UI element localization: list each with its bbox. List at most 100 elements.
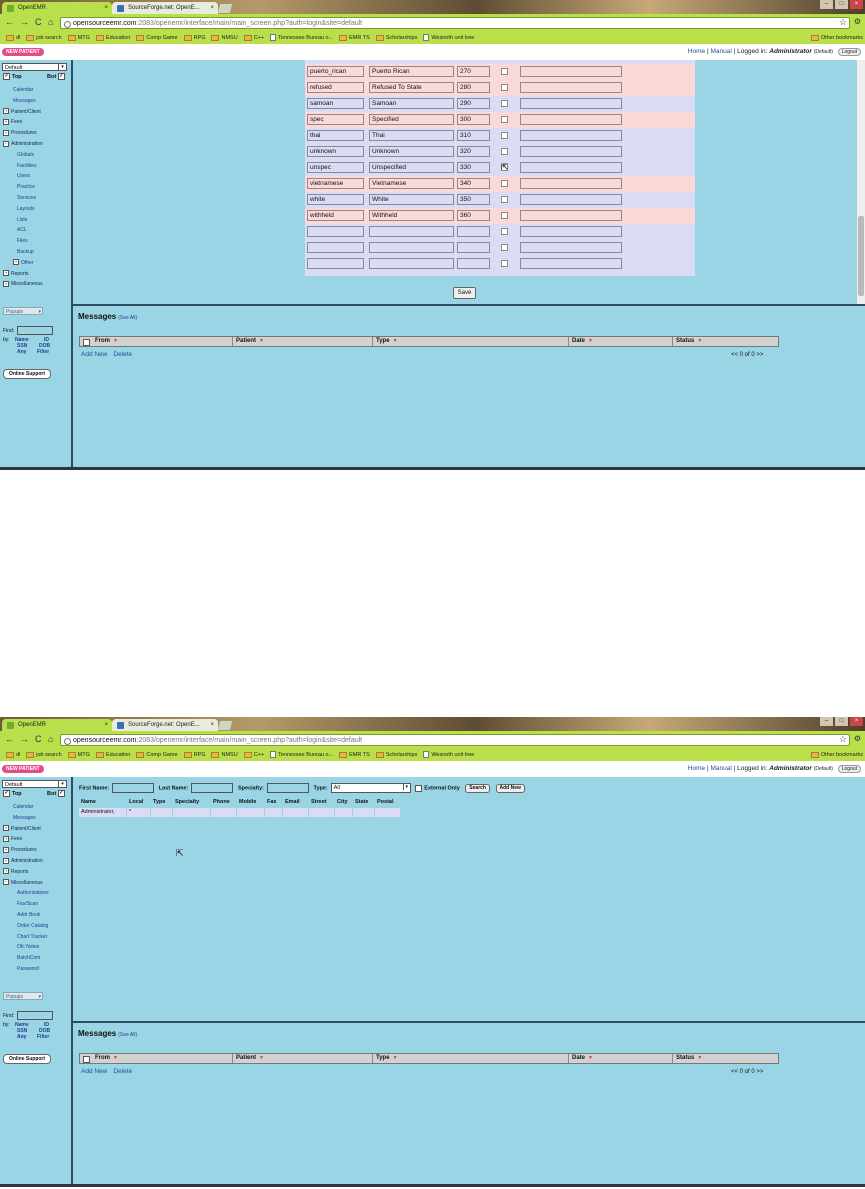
nav-item-fees[interactable]: + Fees	[3, 834, 69, 845]
list-notes-field[interactable]	[520, 114, 622, 125]
list-notes-field[interactable]	[520, 178, 622, 189]
list-id-field[interactable]: unspec	[307, 162, 364, 173]
list-default-checkbox[interactable]	[501, 116, 508, 123]
list-order-field[interactable]: 330	[457, 162, 490, 173]
expand-icon[interactable]: +	[3, 119, 9, 126]
bookmark-1[interactable]: job search	[26, 32, 62, 44]
list-title-field[interactable]: Withheld	[369, 210, 454, 221]
nav-item-calendar[interactable]: Calendar	[3, 85, 69, 96]
close-window-icon[interactable]: ×	[850, 0, 863, 9]
messages-col-patient[interactable]: Patient ▼	[232, 1054, 372, 1063]
list-order-field[interactable]	[457, 226, 490, 237]
nav-item-acl[interactable]: ACL	[3, 225, 69, 236]
expand-icon[interactable]: +	[3, 846, 9, 853]
addrbook-cell[interactable]: Administrator,	[79, 808, 127, 817]
list-notes-field[interactable]	[520, 66, 622, 77]
messages-pager[interactable]: << 0 of 0 >>	[731, 352, 763, 358]
bookmark-5[interactable]: RPG	[183, 749, 205, 761]
nav-item-ofc-notes[interactable]: Ofc Notes	[3, 942, 69, 953]
list-title-field[interactable]	[369, 226, 454, 237]
minimize-icon[interactable]: –	[820, 0, 833, 9]
nav-item-files[interactable]: Files	[3, 236, 69, 247]
bookmark-11[interactable]: Wesnoth unit tree	[423, 749, 474, 761]
bookmark-7[interactable]: C++	[243, 749, 264, 761]
find-filter[interactable]: Filter	[37, 349, 49, 355]
list-default-checkbox[interactable]	[501, 100, 508, 107]
bookmark-star-icon[interactable]: ☆	[839, 734, 847, 745]
browser-tab-openemr[interactable]: OpenEMR ×	[2, 719, 112, 731]
nav-item-patient-client[interactable]: + Patient/Client	[3, 824, 69, 835]
list-order-field[interactable]: 280	[457, 82, 490, 93]
tab-close-icon[interactable]: ×	[104, 2, 108, 14]
nav-item-reports[interactable]: + Reports	[3, 867, 69, 878]
minimize-icon[interactable]: –	[820, 717, 833, 726]
select-all-checkbox[interactable]	[83, 339, 90, 346]
new-patient-button[interactable]: NEW PATIENT	[2, 765, 44, 773]
list-id-field[interactable]	[307, 242, 364, 253]
list-id-field[interactable]: white	[307, 194, 364, 205]
messages-col-status[interactable]: Status ▼	[672, 1054, 778, 1063]
nav-item-lists[interactable]: Lists	[3, 215, 69, 226]
sort-arrow-icon[interactable]: ▼	[393, 1055, 398, 1061]
bookmark-7[interactable]: C++	[243, 32, 264, 44]
list-title-field[interactable]: Puerto Rican	[369, 66, 454, 77]
find-input[interactable]	[17, 1011, 54, 1020]
tab-close-icon[interactable]: ×	[210, 719, 214, 731]
bookmark-3[interactable]: Education	[95, 749, 130, 761]
tab-close-icon[interactable]: ×	[210, 2, 214, 14]
bot-checkbox[interactable]: ✓	[57, 790, 65, 797]
expand-icon[interactable]: +	[3, 108, 9, 115]
list-default-checkbox[interactable]	[501, 260, 508, 267]
see-all-link[interactable]: (See All)	[118, 315, 137, 321]
nav-item-administration[interactable]: − Administration	[3, 139, 69, 150]
other-bookmarks[interactable]: Other bookmarks	[810, 749, 863, 761]
list-id-field[interactable]	[307, 226, 364, 237]
nav-item-batchcom[interactable]: BatchCom	[3, 953, 69, 964]
save-button[interactable]: Save	[453, 287, 476, 299]
list-order-field[interactable]: 310	[457, 130, 490, 141]
manual-link[interactable]: Manual	[710, 765, 731, 772]
bookmark-star-icon[interactable]: ☆	[839, 17, 847, 28]
sort-arrow-icon[interactable]: ▼	[697, 1055, 702, 1061]
forward-icon[interactable]: →	[20, 734, 29, 745]
nav-item-miscellaneous[interactable]: + Miscellaneous	[3, 279, 69, 290]
manual-link[interactable]: Manual	[710, 48, 731, 55]
logout-button[interactable]: Logout	[837, 48, 861, 56]
list-order-field[interactable]	[457, 258, 490, 269]
expand-icon[interactable]: +	[3, 270, 9, 277]
back-icon[interactable]: ←	[5, 17, 14, 28]
list-title-field[interactable]: Thai	[369, 130, 454, 141]
nav-item-facilities[interactable]: Facilities	[3, 161, 69, 172]
bookmark-0[interactable]: dl	[6, 32, 20, 44]
add-new-button[interactable]: Add New	[495, 783, 525, 793]
sort-arrow-icon[interactable]: ▼	[588, 1055, 593, 1061]
list-title-field[interactable]: Unknown	[369, 146, 454, 157]
nav-layout-select[interactable]: Default ▾	[2, 780, 67, 788]
list-title-field[interactable]: Unspecified	[369, 162, 454, 173]
wrench-icon[interactable]: ⚙	[854, 17, 861, 26]
expand-icon[interactable]: +	[3, 836, 9, 843]
address-bar[interactable]: opensourceemr.com:2083/openemr/interface…	[60, 17, 850, 29]
list-id-field[interactable]: spec	[307, 114, 364, 125]
reload-icon[interactable]: C	[35, 17, 42, 28]
browser-tab-openemr[interactable]: OpenEMR ×	[2, 2, 112, 14]
scrollbar-thumb[interactable]	[858, 216, 864, 296]
new-patient-button[interactable]: NEW PATIENT	[2, 48, 44, 56]
scrollbar[interactable]	[857, 60, 865, 304]
list-id-field[interactable]: puerto_rican	[307, 66, 364, 77]
sort-arrow-icon[interactable]: ▼	[113, 1055, 118, 1061]
list-title-field[interactable]: Refused To State	[369, 82, 454, 93]
nav-item-services[interactable]: Services	[3, 193, 69, 204]
wrench-icon[interactable]: ⚙	[854, 734, 861, 743]
sort-arrow-icon[interactable]: ▼	[393, 338, 398, 344]
collapse-icon[interactable]: −	[3, 879, 9, 886]
nav-item-chart-tracker[interactable]: Chart Tracker	[3, 932, 69, 943]
nav-item-fax-scan[interactable]: Fax/Scan	[3, 899, 69, 910]
list-title-field[interactable]: Vietnamese	[369, 178, 454, 189]
top-checkbox[interactable]: ✓	[3, 790, 10, 797]
list-id-field[interactable]	[307, 258, 364, 269]
sort-arrow-icon[interactable]: ▼	[113, 338, 118, 344]
messages-col-date[interactable]: Date ▼	[568, 337, 672, 346]
bookmark-0[interactable]: dl	[6, 749, 20, 761]
delete-message-link[interactable]: Delete	[113, 351, 132, 358]
